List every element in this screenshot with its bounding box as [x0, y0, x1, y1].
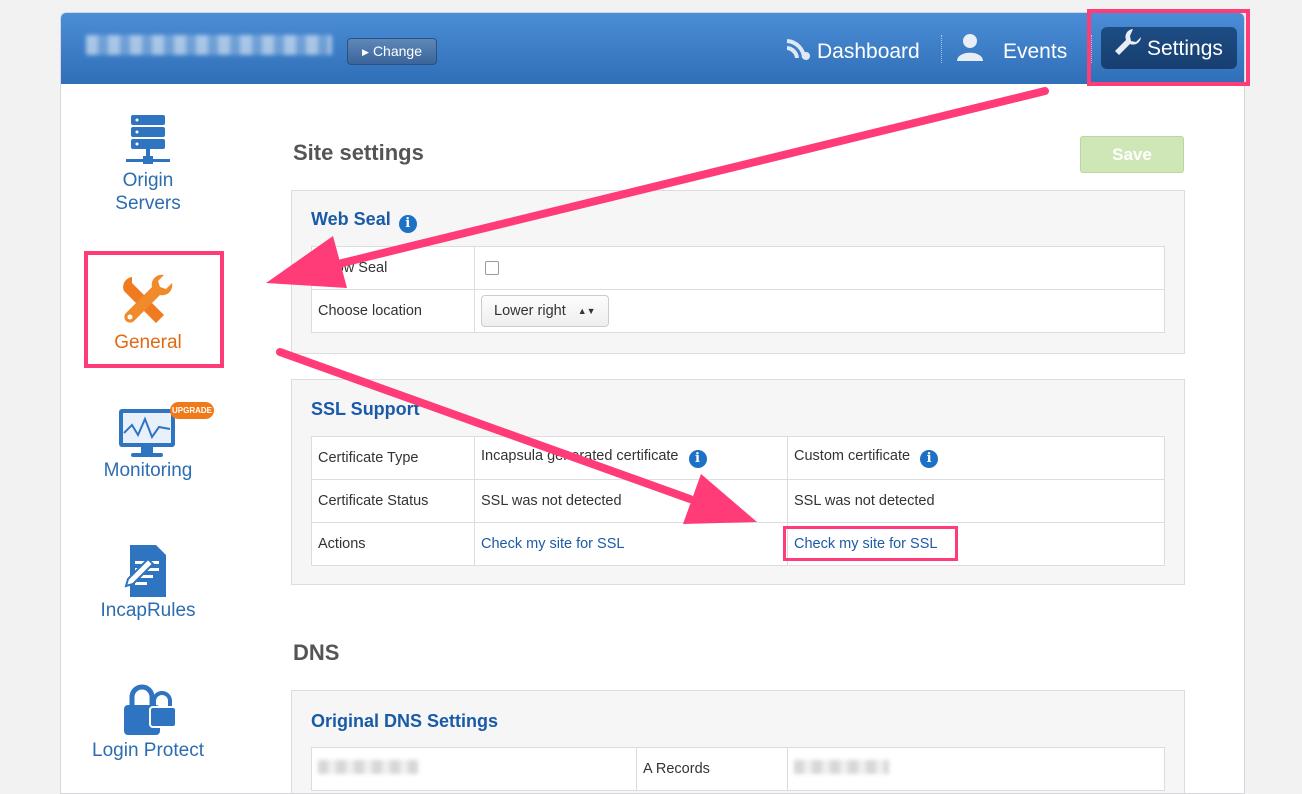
lock-icon	[124, 684, 177, 735]
document-edit-icon	[124, 545, 166, 597]
top-header: ▶ Change Dashboard Events Settings	[61, 13, 1244, 84]
wrench-icon	[1113, 27, 1143, 72]
incapsula-cert-cell: Incapsula generated certificate i	[474, 436, 788, 480]
sidebar-item-incaprules[interactable]: IncapRules	[83, 543, 213, 622]
sidebar-item-login-protect[interactable]: Login Protect	[83, 683, 213, 762]
table-row: Certificate Type Incapsula generated cer…	[311, 436, 1165, 480]
sidebar-item-origin-servers[interactable]: Origin Servers	[83, 113, 213, 215]
select-arrows-icon: ▲▼	[577, 306, 596, 316]
dns-panel: Original DNS Settings A Records	[291, 690, 1185, 793]
web-seal-panel: Web Seal i Show Seal Choose location Lowe…	[291, 190, 1185, 354]
location-select[interactable]: Lower right ▲▼	[481, 295, 609, 327]
choose-location-label: Choose location	[311, 289, 475, 333]
ssl-support-panel: SSL Support Certificate Type Incapsula g…	[291, 379, 1185, 585]
show-seal-checkbox[interactable]	[485, 261, 499, 276]
dns-table: A Records	[311, 747, 1165, 791]
redacted-value	[318, 760, 418, 774]
ssl-status-value: SSL was not detected	[474, 479, 788, 523]
table-row: A Records	[311, 747, 1165, 791]
sidebar-item-label: Monitoring	[103, 460, 193, 481]
check-ssl-link[interactable]: Check my site for SSL	[481, 536, 624, 552]
ssl-status-value: SSL was not detected	[787, 479, 1165, 523]
upgrade-badge: UPGRADE	[170, 402, 214, 419]
sidebar-item-label: Login Protect	[92, 740, 204, 761]
check-ssl-link-custom[interactable]: Check my site for SSL	[794, 536, 937, 552]
sidebar-item-label: General	[114, 332, 182, 353]
web-seal-title: Web Seal i	[311, 209, 417, 233]
nav-settings[interactable]: Settings	[1101, 27, 1237, 69]
sidebar-item-general[interactable]: General	[83, 271, 213, 354]
a-records-label: A Records	[636, 747, 788, 791]
table-row: Choose location Lower right ▲▼	[311, 289, 1165, 333]
nav-dashboard[interactable]: Dashboard	[783, 33, 920, 67]
sidebar-item-label: Servers	[115, 193, 181, 214]
nav-events[interactable]: Events	[957, 33, 1067, 67]
play-icon: ▶	[362, 47, 369, 57]
ssl-support-title: SSL Support	[311, 399, 420, 419]
dns-settings-title: Original DNS Settings	[311, 711, 499, 731]
user-icon	[957, 33, 983, 72]
table-row: Show Seal	[311, 246, 1165, 290]
ssl-table: Certificate Type Incapsula generated cer…	[311, 436, 1165, 566]
site-settings-heading: Site settings	[293, 140, 424, 165]
tools-icon	[123, 274, 173, 323]
table-row: Certificate Status SSL was not detected …	[311, 479, 1165, 523]
app-frame: ▶ Change Dashboard Events Settings Origi…	[60, 12, 1245, 794]
table-row: Actions Check my site for SSL Check my s…	[311, 522, 1165, 566]
redacted-value	[794, 760, 889, 774]
sidebar-item-label: Origin	[122, 170, 174, 191]
nav-separator	[941, 35, 942, 63]
info-icon[interactable]: i	[688, 450, 707, 468]
show-seal-label: Show Seal	[311, 246, 475, 290]
rss-icon	[783, 33, 811, 72]
custom-cert-cell: Custom certificate i	[787, 436, 1165, 480]
actions-label: Actions	[311, 522, 475, 566]
server-icon	[126, 115, 170, 164]
save-button[interactable]: Save	[1080, 136, 1184, 173]
info-icon[interactable]: i	[398, 215, 417, 233]
nav-separator	[1091, 35, 1092, 63]
web-seal-table: Show Seal Choose location Lower right ▲▼	[311, 246, 1165, 333]
dns-heading: DNS	[293, 640, 340, 665]
site-name-redacted	[86, 35, 332, 55]
certificate-type-label: Certificate Type	[311, 436, 475, 480]
sidebar-item-monitoring[interactable]: UPGRADE Monitoring	[83, 402, 214, 482]
info-icon[interactable]: i	[920, 450, 939, 468]
certificate-status-label: Certificate Status	[311, 479, 475, 523]
sidebar-item-label: IncapRules	[100, 600, 196, 621]
change-site-button[interactable]: ▶ Change	[347, 38, 437, 65]
